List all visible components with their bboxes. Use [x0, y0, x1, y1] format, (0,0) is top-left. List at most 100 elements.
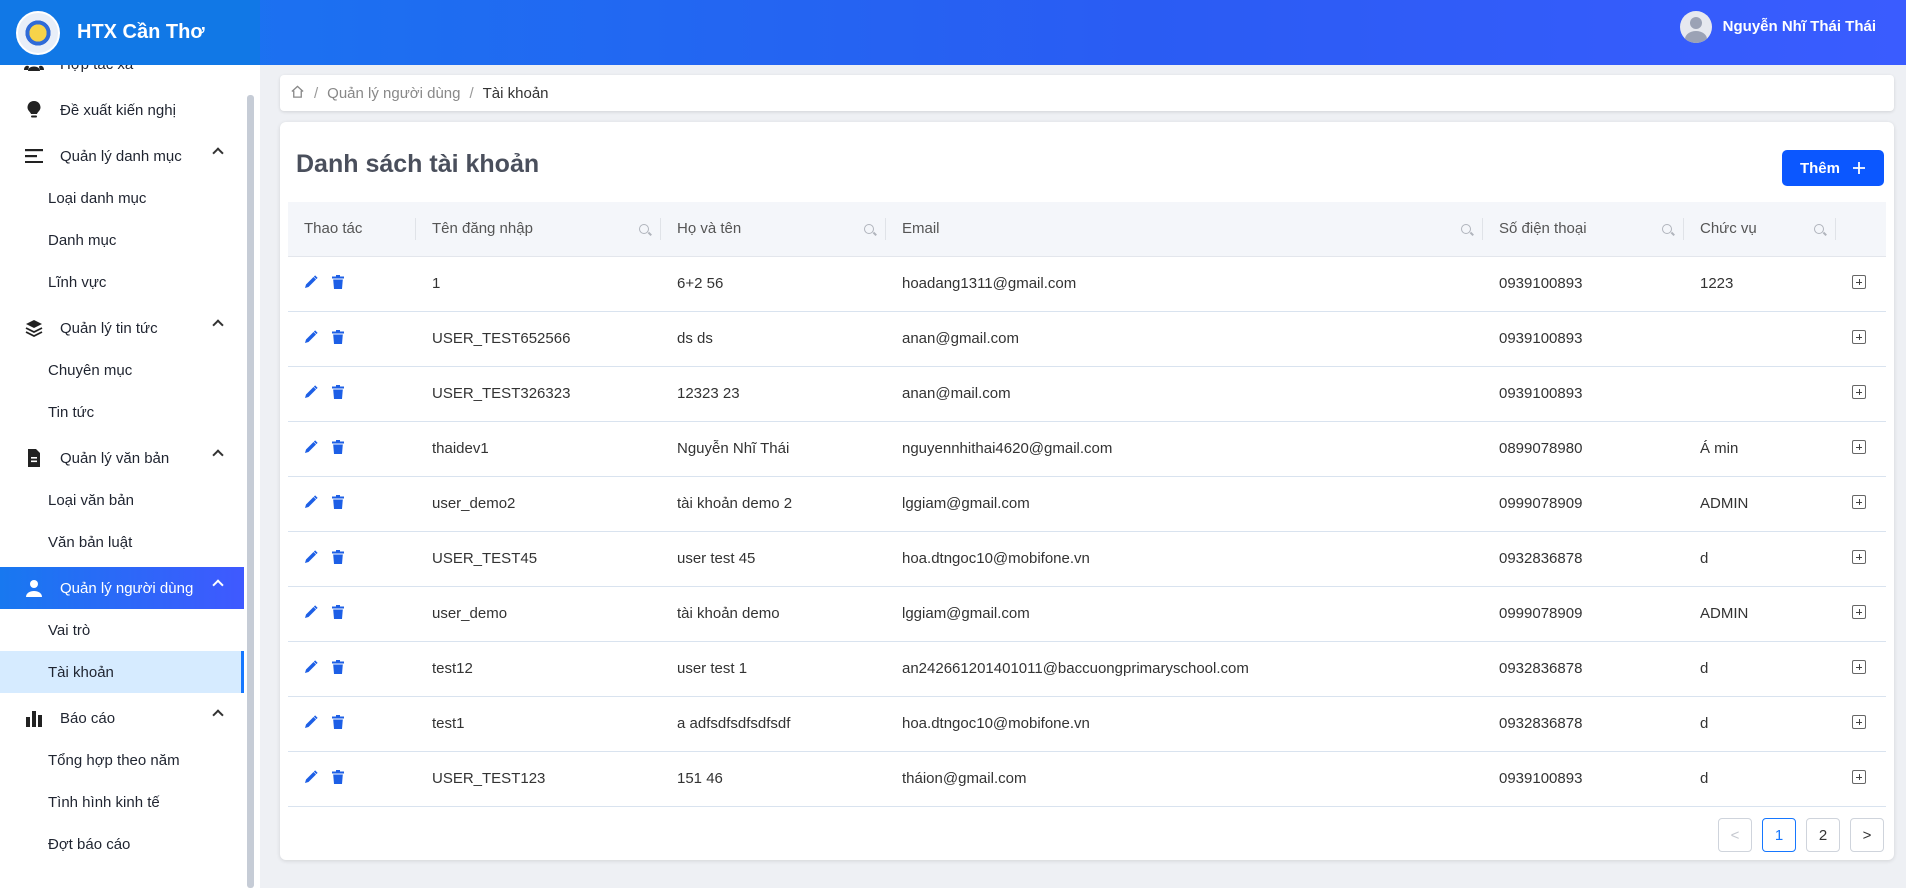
table-row: user_demo2 tài khoản demo 2 lggiam@gmail.c… [288, 476, 1886, 532]
expand-row-icon[interactable] [1852, 769, 1866, 784]
cell-expand [1836, 311, 1886, 367]
sidebar-item-5[interactable]: Lĩnh vực [0, 261, 244, 303]
sidebar-item-label: Tài khoản [48, 663, 114, 681]
sidebar-item-17[interactable]: Tình hình kinh tế [0, 781, 244, 823]
chevron-up-icon[interactable] [212, 709, 224, 721]
cell-position: d [1684, 641, 1836, 697]
cell-username: USER_TEST652566 [416, 311, 661, 367]
expand-row-icon[interactable] [1852, 274, 1866, 289]
sidebar-item-11[interactable]: Văn bản luật [0, 521, 244, 563]
sidebar-item-1[interactable]: Đề xuất kiến nghị [0, 89, 244, 131]
sidebar-item-13[interactable]: Vai trò [0, 609, 244, 651]
edit-icon[interactable] [304, 659, 318, 678]
edit-icon[interactable] [304, 494, 318, 513]
cell-fullname: user test 45 [661, 531, 886, 587]
sidebar-item-0[interactable]: Hợp tác xã [0, 65, 244, 85]
cell-expand [1836, 476, 1886, 532]
edit-icon[interactable] [304, 604, 318, 623]
sidebar-item-8[interactable]: Tin tức [0, 391, 244, 433]
chevron-up-icon[interactable] [212, 319, 224, 331]
sidebar-item-9[interactable]: Quản lý văn bản [0, 437, 244, 479]
delete-icon[interactable] [332, 274, 344, 293]
sidebar-item-2[interactable]: Quản lý danh mục [0, 135, 244, 177]
delete-icon[interactable] [332, 329, 344, 348]
cell-email: lggiam@gmail.com [886, 476, 1483, 532]
sidebar-item-10[interactable]: Loại văn bản [0, 479, 244, 521]
brand-title: HTX Cần Thơ [77, 21, 205, 43]
sidebar-scrollbar[interactable] [247, 95, 254, 888]
chevron-up-icon[interactable] [212, 147, 224, 159]
cell-phone: 0939100893 [1483, 366, 1684, 422]
delete-icon[interactable] [332, 714, 344, 733]
cell-email: anan@mail.com [886, 366, 1483, 422]
expand-row-icon[interactable] [1852, 659, 1866, 674]
edit-icon[interactable] [304, 439, 318, 458]
sidebar-item-15[interactable]: Báo cáo [0, 697, 244, 739]
page-button-1[interactable]: 1 [1762, 818, 1796, 852]
row-actions [288, 311, 416, 367]
cell-username: USER_TEST45 [416, 531, 661, 587]
expand-row-icon[interactable] [1852, 329, 1866, 344]
delete-icon[interactable] [332, 604, 344, 623]
cell-fullname: tài khoản demo [661, 586, 886, 642]
delete-icon[interactable] [332, 384, 344, 403]
search-icon[interactable] [639, 224, 649, 234]
page-button-2[interactable]: 2 [1806, 818, 1840, 852]
cell-expand [1836, 586, 1886, 642]
add-button[interactable]: Thêm [1782, 150, 1884, 186]
user-menu[interactable]: Nguyễn Nhĩ Thái Thái [1679, 0, 1876, 53]
sidebar-item-label: Quản lý văn bản [60, 449, 170, 467]
sidebar-item-16[interactable]: Tổng hợp theo năm [0, 739, 244, 781]
sidebar-item-18[interactable]: Đợt báo cáo [0, 823, 244, 865]
prev-page-button[interactable]: < [1718, 818, 1752, 852]
cell-phone: 0999078909 [1483, 476, 1684, 532]
cell-fullname: 12323 23 [661, 366, 886, 422]
search-icon[interactable] [1461, 224, 1471, 234]
sidebar-item-4[interactable]: Danh mục [0, 219, 244, 261]
expand-row-icon[interactable] [1852, 439, 1866, 454]
delete-icon[interactable] [332, 439, 344, 458]
chevron-up-icon[interactable] [212, 579, 224, 591]
breadcrumb-current: Tài khoản [482, 84, 549, 102]
delete-icon[interactable] [332, 494, 344, 513]
delete-icon[interactable] [332, 769, 344, 788]
delete-icon[interactable] [332, 549, 344, 568]
sidebar-item-6[interactable]: Quản lý tin tức [0, 307, 244, 349]
edit-icon[interactable] [304, 714, 318, 733]
sidebar-item-12[interactable]: Quản lý người dùng [0, 567, 244, 609]
breadcrumb-separator: / [469, 84, 474, 102]
cell-expand [1836, 696, 1886, 752]
table-row: test12 user test 1 an242661201401011@baccu… [288, 641, 1886, 697]
search-icon[interactable] [1662, 224, 1672, 234]
menu-icon [24, 146, 44, 166]
breadcrumb-parent[interactable]: Quản lý người dùng [327, 85, 460, 102]
edit-icon[interactable] [304, 549, 318, 568]
brand[interactable]: HTX Cần Thơ [0, 0, 260, 65]
edit-icon[interactable] [304, 274, 318, 293]
edit-icon[interactable] [304, 384, 318, 403]
cell-fullname: 151 46 [661, 751, 886, 807]
cell-fullname: ds ds [661, 311, 886, 367]
expand-row-icon[interactable] [1852, 494, 1866, 509]
search-icon[interactable] [1814, 224, 1824, 234]
expand-row-icon[interactable] [1852, 384, 1866, 399]
cell-position: d [1684, 751, 1836, 807]
table-row: USER_TEST45 user test 45 hoa.dtngoc10@mobi… [288, 531, 1886, 587]
expand-row-icon[interactable] [1852, 604, 1866, 619]
cell-email: nguyennhithai4620@gmail.com [886, 421, 1483, 477]
search-icon[interactable] [864, 224, 874, 234]
home-icon[interactable] [290, 84, 305, 103]
sidebar-item-14[interactable]: Tài khoản [0, 651, 244, 693]
expand-row-icon[interactable] [1852, 714, 1866, 729]
edit-icon[interactable] [304, 329, 318, 348]
delete-icon[interactable] [332, 659, 344, 678]
next-page-button[interactable]: > [1850, 818, 1884, 852]
edit-icon[interactable] [304, 769, 318, 788]
row-actions [288, 531, 416, 587]
cell-username: 1 [416, 256, 661, 312]
sidebar-item-3[interactable]: Loại danh mục [0, 177, 244, 219]
chevron-up-icon[interactable] [212, 449, 224, 461]
sidebar-item-7[interactable]: Chuyên mục [0, 349, 244, 391]
cell-email: hoa.dtngoc10@mobifone.vn [886, 696, 1483, 752]
expand-row-icon[interactable] [1852, 549, 1866, 564]
